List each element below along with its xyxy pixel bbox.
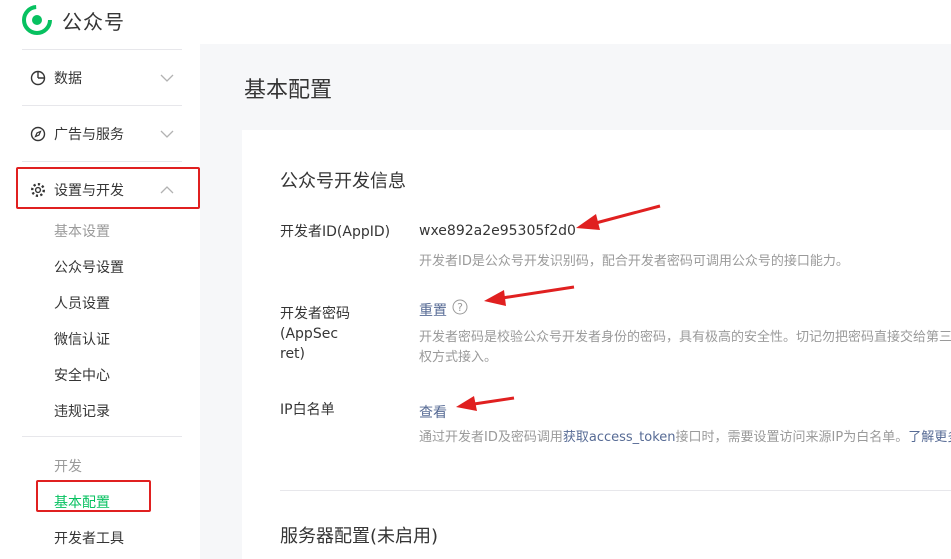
- section-title-dev-info: 公众号开发信息: [280, 171, 406, 192]
- chevron-down-icon: [160, 74, 174, 82]
- help-icon[interactable]: ?: [452, 299, 468, 319]
- page-title: 基本配置: [244, 78, 333, 103]
- appid-value: wxe892a2e95305f2d0: [419, 223, 576, 239]
- ip-desc-middle: 接口时，需要设置访问来源IP为白名单。: [675, 430, 909, 445]
- sidebar-heading-basic-settings: 基本设置: [54, 224, 110, 240]
- chart-pie-icon: [30, 70, 46, 86]
- section-divider: [280, 490, 951, 491]
- sidebar-item-violation-records[interactable]: 违规记录: [54, 401, 110, 421]
- svg-text:?: ?: [457, 301, 463, 314]
- chevron-down-icon: [160, 130, 174, 138]
- app-name: 公众号: [62, 9, 125, 34]
- sidebar-item-staff-settings[interactable]: 人员设置: [54, 293, 110, 313]
- sidebar-group-label: 数据: [54, 71, 82, 87]
- logo[interactable]: 公众号: [22, 5, 125, 35]
- sidebar-group-label: 广告与服务: [54, 127, 124, 143]
- learn-more-link[interactable]: 了解更多。: [908, 430, 951, 445]
- annotation-box-settings-dev: [16, 167, 200, 209]
- access-token-link[interactable]: 获取access_token: [563, 430, 676, 445]
- appid-description: 开发者ID是公众号开发识别码，配合开发者密码可调用公众号的接口能力。: [419, 254, 849, 269]
- appsecret-label-line2: ret): [280, 346, 306, 362]
- sidebar-heading-develop: 开发: [54, 459, 82, 475]
- ip-whitelist-label: IP白名单: [280, 402, 335, 418]
- wechat-logo-icon: [22, 5, 52, 35]
- appsecret-label: 开发者密码(AppSec ret): [280, 304, 400, 364]
- appsecret-label-line1: 开发者密码(AppSec: [280, 306, 350, 342]
- ip-whitelist-description: 通过开发者ID及密码调用获取access_token接口时，需要设置访问来源IP…: [419, 428, 951, 448]
- ip-desc-prefix: 通过开发者ID及密码调用: [419, 430, 563, 445]
- top-header: 公众号: [0, 0, 951, 44]
- appid-label: 开发者ID(AppID): [280, 224, 391, 240]
- sidebar-item-account-settings[interactable]: 公众号设置: [54, 257, 124, 277]
- view-ip-whitelist-link[interactable]: 查看: [419, 402, 447, 422]
- sidebar-item-wechat-verification[interactable]: 微信认证: [54, 329, 110, 349]
- sidebar-group-data[interactable]: 数据: [22, 49, 182, 106]
- content-card: 公众号开发信息 开发者ID(AppID) wxe892a2e95305f2d0 …: [242, 130, 951, 559]
- reset-secret-link[interactable]: 重置: [419, 300, 447, 320]
- sidebar-group-ads[interactable]: 广告与服务: [22, 105, 182, 162]
- annotation-box-basic-config: [36, 480, 151, 512]
- sidebar-item-developer-tools[interactable]: 开发者工具: [54, 528, 124, 548]
- appsecret-description-line1: 开发者密码是校验公众号开发者身份的密码，具有极高的安全性。切记勿把密码直接交给第…: [419, 330, 951, 345]
- sidebar-item-security-center[interactable]: 安全中心: [54, 365, 110, 385]
- sidebar-divider: [22, 436, 182, 437]
- compass-icon: [30, 126, 46, 142]
- section-title-server-config: 服务器配置(未启用): [280, 526, 439, 547]
- appsecret-description-line2: 权方式接入。: [419, 350, 498, 365]
